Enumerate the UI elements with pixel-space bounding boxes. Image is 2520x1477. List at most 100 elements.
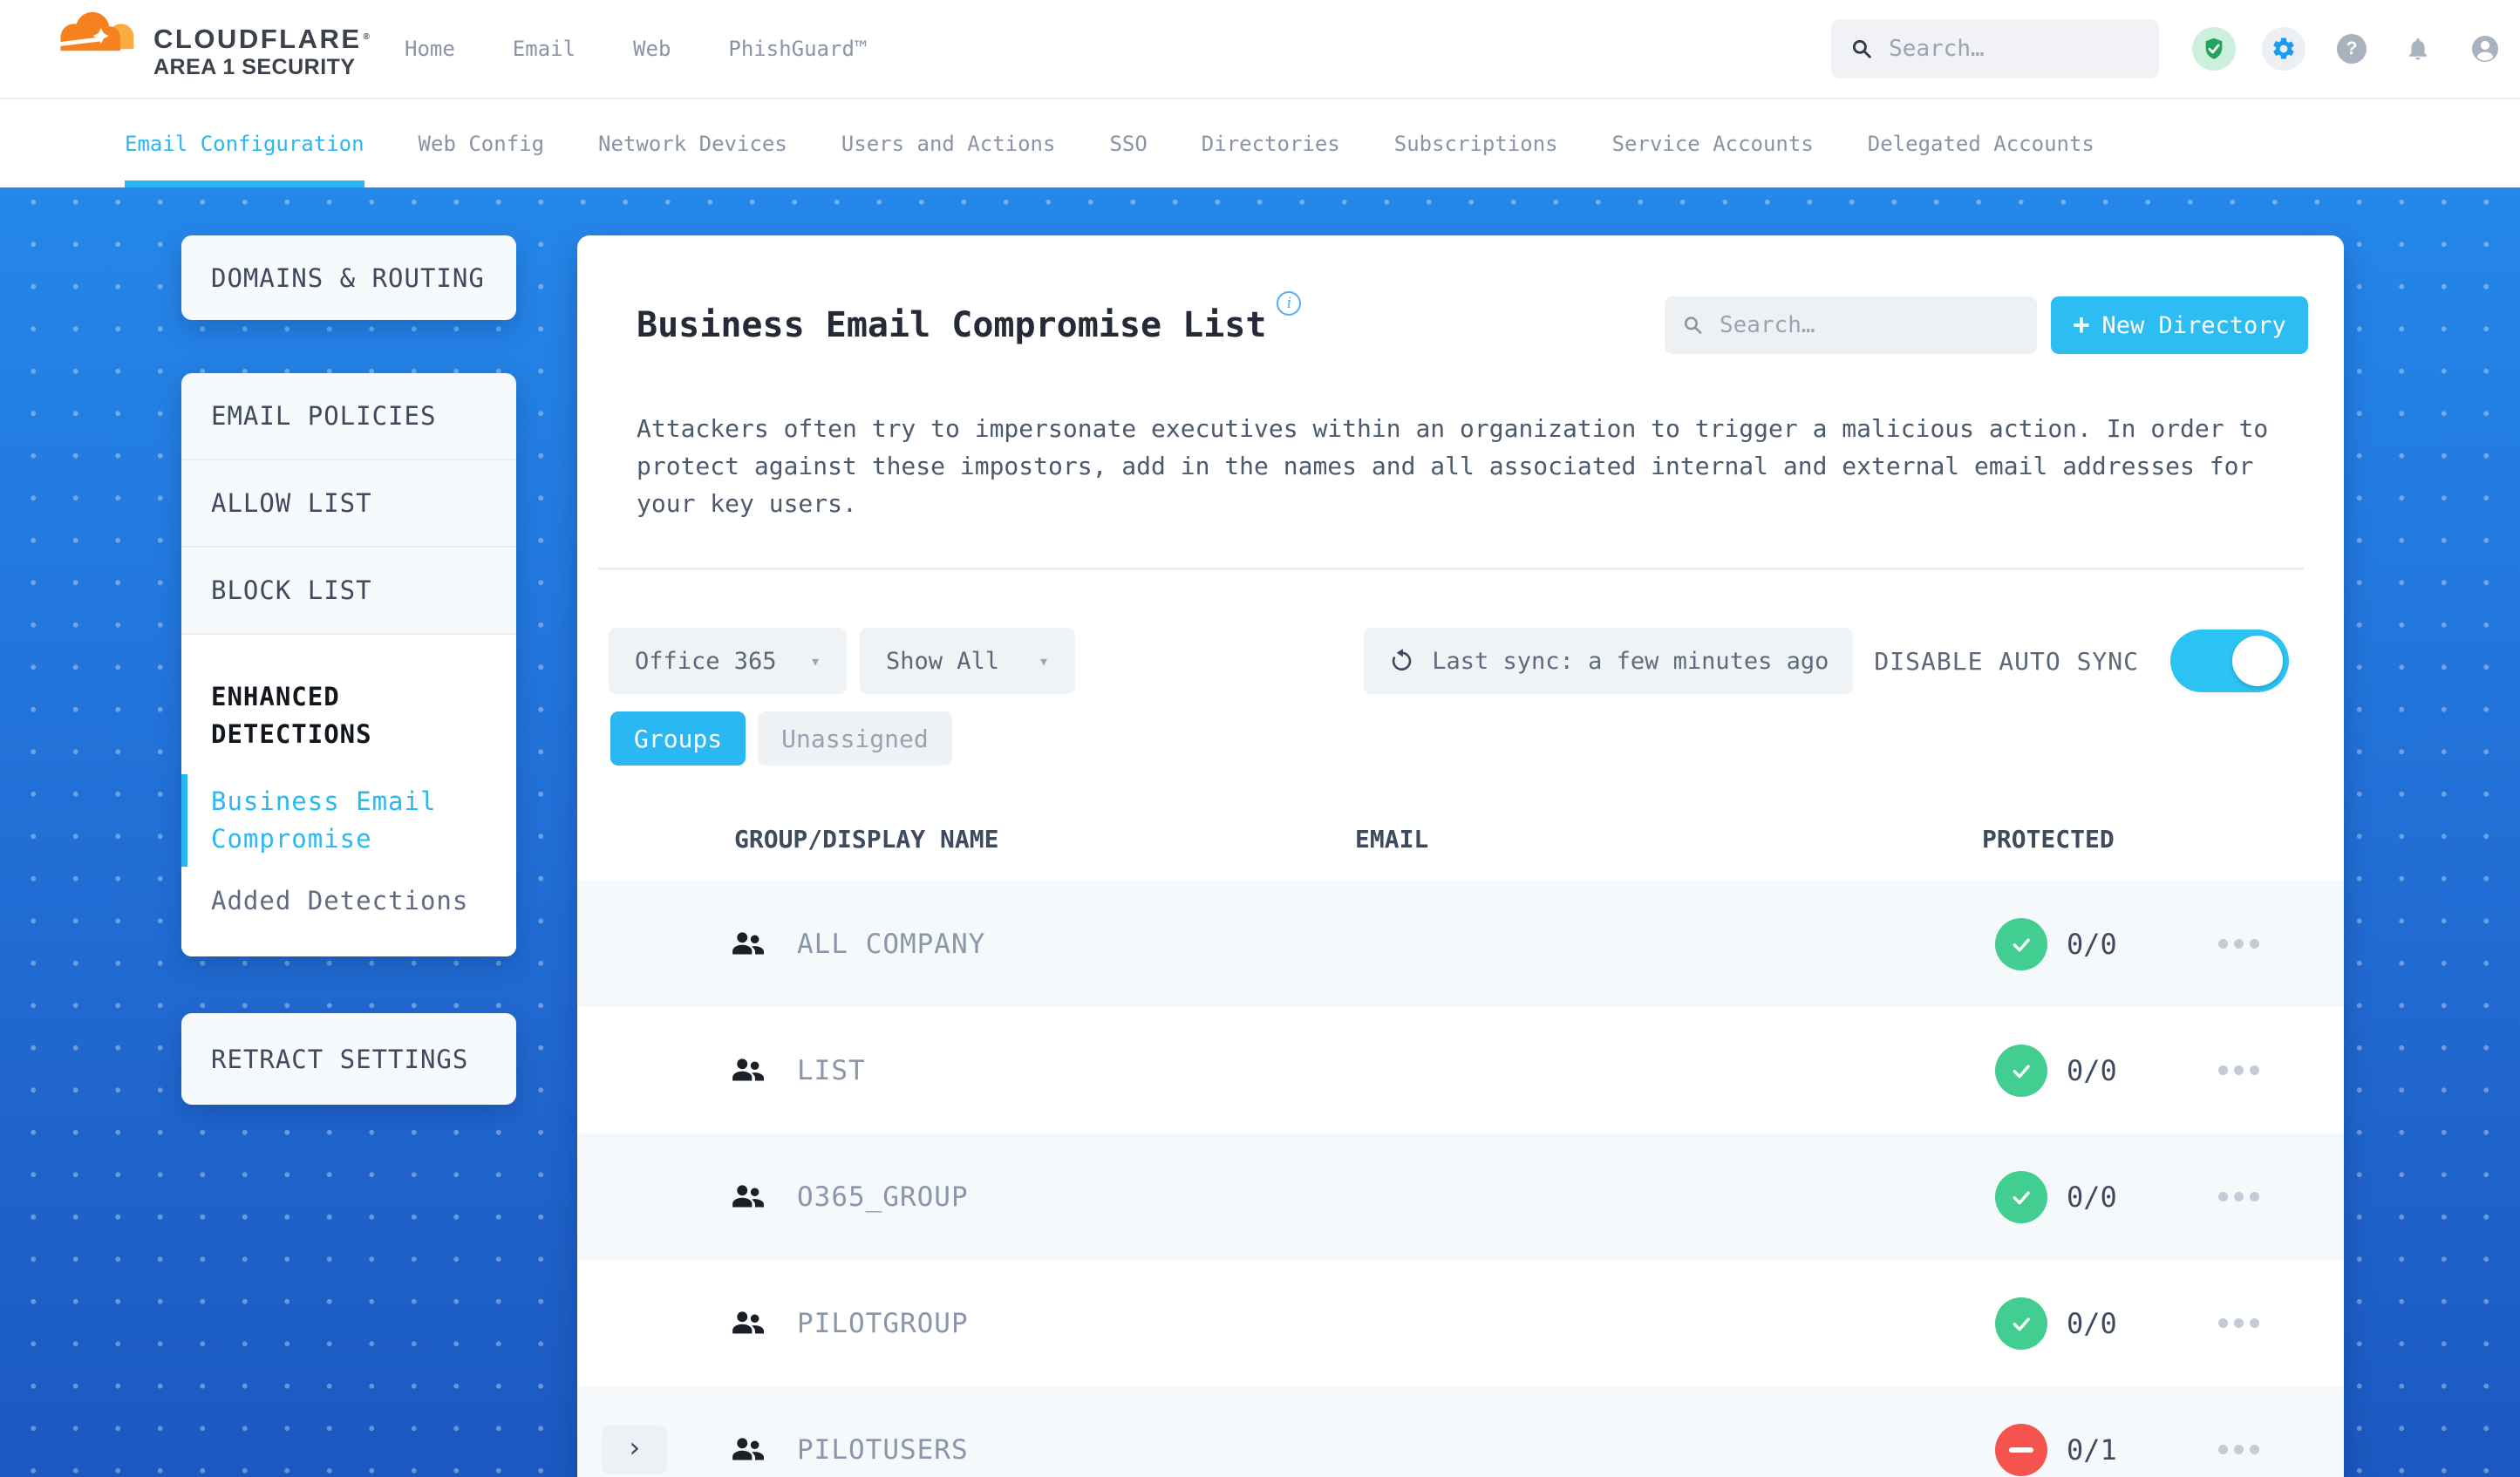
row-menu-button[interactable]	[2210, 1260, 2268, 1386]
protected-status-icon	[1995, 1297, 2047, 1350]
refresh-icon	[1393, 649, 1412, 670]
chevron-down-icon: ▾	[809, 650, 821, 671]
protected-count: 0/0	[2067, 927, 2117, 961]
provider-select[interactable]: Office 365 ▾	[609, 628, 847, 694]
directory-search-input[interactable]	[1718, 311, 2019, 339]
protected-count: 0/1	[2067, 1433, 2117, 1467]
check-icon	[2013, 1317, 2030, 1331]
page-title: Business Email Compromise List	[637, 305, 1267, 345]
top-bar: CLOUDFLARE ® AREA 1 SECURITY Home Email W…	[0, 0, 2520, 98]
gear-icon	[2273, 37, 2294, 59]
new-directory-button[interactable]: + New Directory	[2051, 296, 2308, 354]
tab-users-and-actions[interactable]: Users and Actions	[841, 99, 1056, 187]
tab-subscriptions[interactable]: Subscriptions	[1394, 99, 1558, 187]
row-menu-button[interactable]	[2210, 881, 2268, 1007]
sidebar-item-business-email-compromise[interactable]: Business Email Compromise	[181, 774, 487, 867]
table-row: O365_GROUP 0/0	[577, 1133, 2344, 1260]
protected-count: 0/0	[2067, 1053, 2117, 1087]
settings-button[interactable]	[2262, 27, 2305, 71]
section-divider	[598, 568, 2304, 570]
check-icon	[2013, 1064, 2030, 1078]
group-name: ALL COMPANY	[797, 928, 986, 960]
group-name: PILOTGROUP	[797, 1307, 969, 1339]
config-nav: Email Configuration Web Config Network D…	[0, 98, 2520, 187]
tab-directories[interactable]: Directories	[1202, 99, 1340, 187]
top-nav-phishguard[interactable]: PhishGuard™	[728, 37, 867, 61]
sync-controls: Office 365 ▾ Show All ▾ Last sync: a few…	[609, 628, 2289, 694]
sidebar-item-domains-routing[interactable]: DOMAINS & ROUTING	[181, 235, 516, 320]
tab-unassigned[interactable]: Unassigned	[758, 711, 952, 766]
protected-count: 0/0	[2067, 1306, 2117, 1340]
sidebar-item-added-detections[interactable]: Added Detections	[211, 882, 487, 920]
column-protected: PROTECTED	[1982, 825, 2115, 854]
cloudflare-logo[interactable]: CLOUDFLARE ® AREA 1 SECURITY	[49, 7, 371, 80]
minus-icon	[2009, 1446, 2033, 1453]
tab-delegated-accounts[interactable]: Delegated Accounts	[1868, 99, 2094, 187]
group-name: O365_GROUP	[797, 1181, 969, 1213]
sidebar-item-enhanced-detections[interactable]: ENHANCED DETECTIONS	[211, 678, 487, 753]
row-menu-button[interactable]	[2210, 1007, 2268, 1133]
chevron-right-icon: ›	[625, 1431, 644, 1464]
global-search[interactable]	[1831, 19, 2159, 78]
top-nav-web[interactable]: Web	[633, 37, 671, 61]
tab-groups[interactable]: Groups	[610, 711, 746, 766]
toggle-knob	[2232, 636, 2283, 686]
last-sync-button[interactable]: Last sync: a few minutes ago	[1364, 628, 1854, 694]
group-people-icon	[732, 1310, 764, 1333]
tab-sso[interactable]: SSO	[1109, 99, 1147, 187]
top-bar-right: ?	[1831, 0, 2501, 98]
cloudflare-cloud-icon	[54, 11, 134, 51]
group-tabs: Groups Unassigned	[610, 711, 2344, 766]
table-row: LIST 0/0	[577, 1007, 2344, 1133]
table-body: ALL COMPANY 0/0 LIST 0/0 O365_GROUP 0/0 …	[577, 881, 2344, 1477]
group-people-icon	[732, 1184, 764, 1207]
workspace: DOMAINS & ROUTING EMAIL POLICIES ALLOW L…	[0, 187, 2520, 1477]
protected-status-icon	[1995, 1170, 2047, 1223]
table-row: › PILOTUSERS 0/1	[577, 1386, 2344, 1477]
expand-row-button[interactable]: ›	[602, 1425, 667, 1474]
registered-mark: ®	[363, 32, 372, 42]
app-window: CLOUDFLARE ® AREA 1 SECURITY Home Email W…	[0, 0, 2520, 1477]
page-description: Attackers often try to impersonate execu…	[637, 414, 2269, 518]
row-menu-button[interactable]	[2210, 1386, 2268, 1477]
help-button[interactable]: ?	[2337, 34, 2367, 64]
tab-network-devices[interactable]: Network Devices	[598, 99, 787, 187]
protected-status-icon	[1995, 1044, 2047, 1097]
top-nav: Home Email Web PhishGuard™	[405, 0, 867, 98]
bell-icon	[2409, 38, 2427, 60]
info-icon[interactable]: i	[1277, 291, 1302, 316]
account-button[interactable]	[2469, 33, 2501, 65]
group-name: PILOTUSERS	[797, 1433, 969, 1466]
groups-table: GROUP/DISPLAY NAME EMAIL PROTECTED ALL C…	[577, 816, 2344, 1477]
row-menu-button[interactable]	[2210, 1133, 2268, 1260]
question-mark-icon: ?	[2346, 38, 2358, 58]
plus-icon: +	[2073, 307, 2090, 341]
directory-search[interactable]	[1665, 296, 2037, 354]
group-people-icon	[732, 1058, 764, 1080]
bec-list-panel: Business Email Compromise List i + New D…	[577, 235, 2344, 1477]
top-nav-email[interactable]: Email	[513, 37, 576, 61]
table-row: ALL COMPANY 0/0	[577, 881, 2344, 1007]
auto-sync-label: DISABLE AUTO SYNC	[1874, 646, 2139, 676]
security-status-button[interactable]	[2192, 27, 2236, 71]
show-filter-select[interactable]: Show All ▾	[860, 628, 1075, 694]
chevron-down-icon: ▾	[1038, 650, 1049, 671]
tab-email-configuration[interactable]: Email Configuration	[125, 99, 364, 187]
sidebar-item-block-list[interactable]: BLOCK LIST	[181, 548, 516, 635]
tab-web-config[interactable]: Web Config	[419, 99, 545, 187]
protected-status-icon	[1995, 917, 2047, 970]
tab-service-accounts[interactable]: Service Accounts	[1612, 99, 1814, 187]
sidebar-item-retract-settings[interactable]: RETRACT SETTINGS	[181, 1013, 516, 1105]
search-icon	[1684, 316, 1702, 334]
sidebar-item-allow-list[interactable]: ALLOW LIST	[181, 460, 516, 548]
auto-sync-toggle[interactable]	[2170, 630, 2289, 692]
notifications-button[interactable]	[2405, 36, 2431, 62]
check-icon	[2013, 1190, 2030, 1204]
group-people-icon	[732, 931, 764, 954]
shield-check-icon	[2205, 37, 2223, 59]
top-nav-home[interactable]: Home	[405, 37, 455, 61]
group-people-icon	[732, 1437, 764, 1460]
check-icon	[2013, 937, 2030, 951]
global-search-input[interactable]	[1887, 35, 2140, 63]
sidebar-item-email-policies[interactable]: EMAIL POLICIES	[181, 373, 516, 460]
